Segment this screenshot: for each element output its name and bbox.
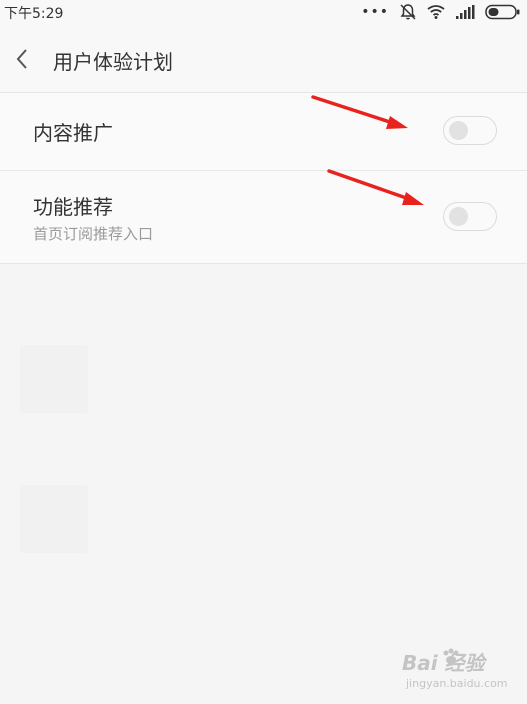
toggle-knob <box>449 121 468 140</box>
status-icons: ••• <box>361 2 521 22</box>
paw-icon <box>443 648 459 664</box>
setting-row-content-promotion[interactable]: 内容推广 <box>0 93 527 171</box>
setting-title: 功能推荐 <box>33 195 113 219</box>
feature-recommendation-toggle[interactable] <box>443 202 497 231</box>
watermark-url: jingyan.baidu.com <box>406 677 508 690</box>
faint-placeholder-block <box>20 485 88 553</box>
notification-muted-icon <box>400 4 416 20</box>
setting-title: 内容推广 <box>33 121 113 145</box>
back-button[interactable] <box>10 44 38 74</box>
signal-icon <box>456 5 475 19</box>
page-title: 用户体验计划 <box>53 50 173 74</box>
status-time: 下午5:29 <box>4 6 64 22</box>
status-bar: 下午5:29 ••• <box>0 0 527 24</box>
wifi-icon <box>427 5 445 19</box>
setting-row-feature-recommendation[interactable]: 功能推荐 首页订阅推荐入口 <box>0 171 527 263</box>
content-promotion-toggle[interactable] <box>443 116 497 145</box>
chevron-left-icon <box>16 49 27 69</box>
app-header: 用户体验计划 <box>0 24 527 93</box>
battery-icon <box>485 4 520 20</box>
faint-placeholder-block <box>20 345 88 413</box>
setting-subtitle: 首页订阅推荐入口 <box>33 225 154 243</box>
baidu-jingyan-watermark: Bai 经验 jingyan.baidu.com <box>396 647 516 693</box>
settings-list: 内容推广 功能推荐 首页订阅推荐入口 <box>0 93 527 264</box>
toggle-knob <box>449 207 468 226</box>
more-dots-icon: ••• <box>361 4 389 20</box>
